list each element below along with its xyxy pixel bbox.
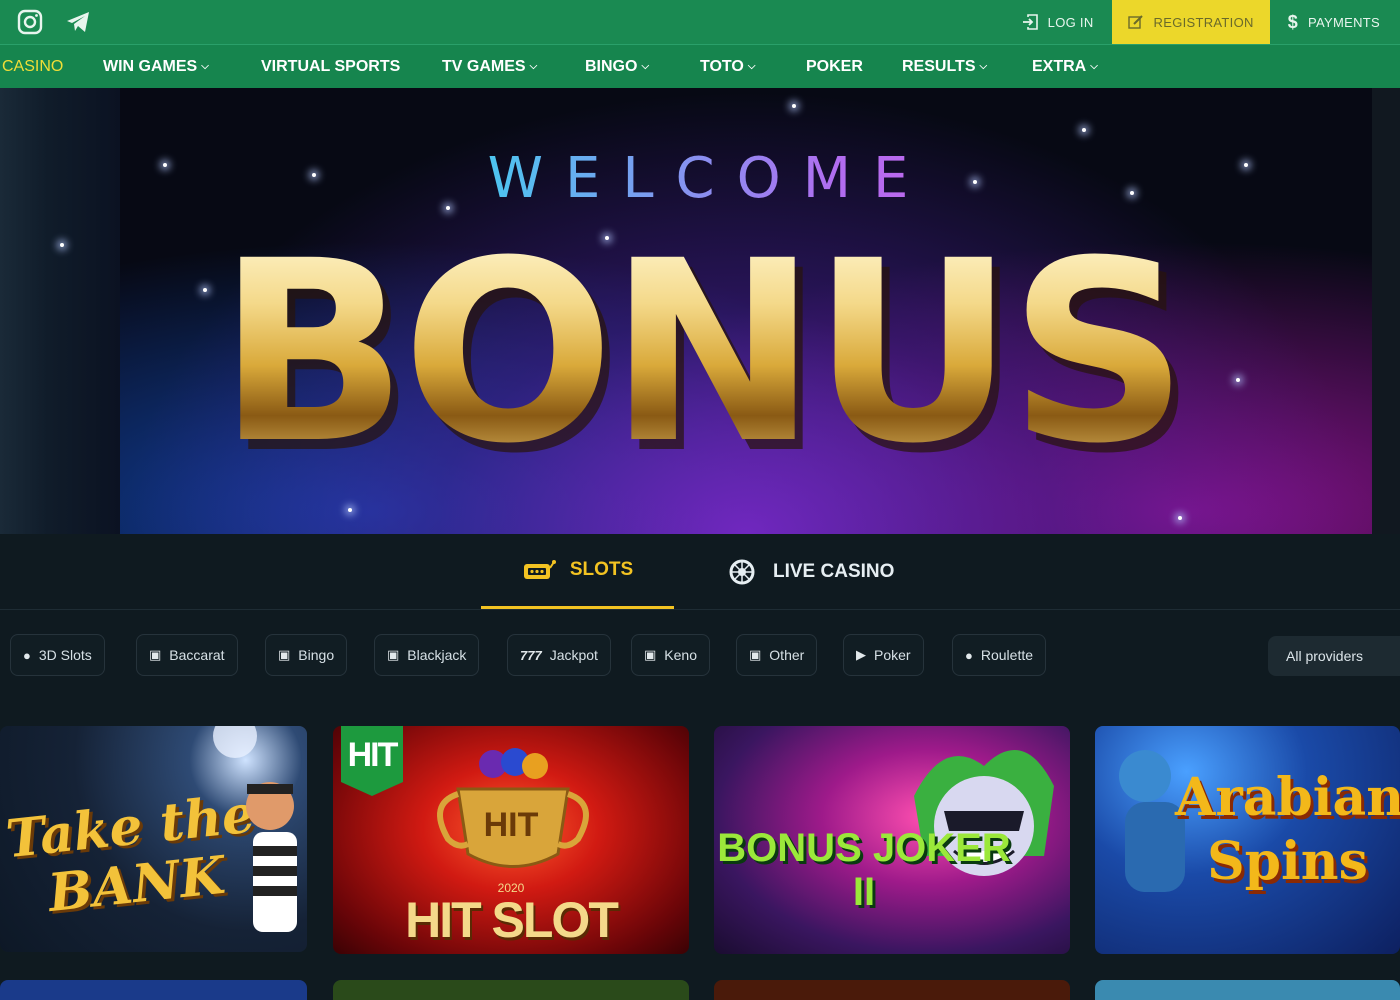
roulette-wheel-icon: [725, 559, 759, 585]
nav-item-poker[interactable]: POKER: [806, 45, 863, 89]
account-actions: LOG IN REGISTRATION $ PAYMENTS: [1004, 0, 1400, 44]
chevron-down-icon: ⌵: [979, 61, 988, 72]
telegram-icon[interactable]: [64, 8, 92, 36]
game-tile-take-the-bank[interactable]: Take the BANK: [0, 726, 307, 952]
welcome-bonus-banner[interactable]: WELCOME BONUS: [0, 88, 1400, 534]
social-links: [16, 8, 92, 36]
nav-label: POKER: [806, 58, 863, 75]
nav-item-toto[interactable]: TOTO ⌵: [700, 45, 755, 89]
registration-label: REGISTRATION: [1153, 14, 1254, 30]
game-tile-hit-slot[interactable]: HIT HIT 2020 HIT SLOT: [333, 726, 689, 954]
chevron-down-icon: ⌵: [747, 61, 756, 72]
nav-label: VIRTUAL SPORTS: [261, 58, 401, 75]
777-icon: 777: [520, 647, 542, 663]
nav-label: BINGO: [585, 58, 638, 75]
filter-label: 3D Slots: [38, 647, 92, 663]
filter-label: Bingo: [298, 647, 335, 663]
main-nav: CASINO WIN GAMES ⌵ VIRTUAL SPORTS TV GAME…: [0, 44, 1400, 88]
nav-item-extra[interactable]: EXTRA ⌵: [1032, 45, 1098, 89]
nav-item-results[interactable]: RESULTS ⌵: [902, 45, 987, 89]
slot-machine-icon: [522, 558, 556, 582]
login-icon: [1022, 14, 1038, 30]
login-button[interactable]: LOG IN: [1004, 0, 1112, 44]
nav-item-tv-games[interactable]: TV GAMES ⌵: [442, 45, 537, 89]
game-title: HIT SLOT: [405, 892, 619, 948]
game-tile-partial[interactable]: [0, 980, 307, 1000]
nav-label: WIN GAMES: [103, 58, 198, 75]
payments-label: PAYMENTS: [1308, 14, 1380, 30]
filter-label: Baccarat: [169, 647, 225, 663]
providers-select[interactable]: All providers: [1268, 636, 1400, 676]
nav-label: TOTO: [700, 58, 744, 75]
tab-slots[interactable]: SLOTS: [481, 534, 674, 609]
top-bar: LOG IN REGISTRATION $ PAYMENTS: [0, 0, 1400, 44]
edit-icon: [1127, 15, 1143, 29]
filter-label: Keno: [664, 647, 697, 663]
filter-label: Blackjack: [407, 647, 467, 663]
slot-icon: ▣: [644, 647, 657, 662]
nav-item-casino[interactable]: CASINO: [2, 45, 63, 89]
sparkle-star: [1082, 128, 1086, 132]
game-category-tabs: SLOTS LIVE CASINO: [0, 534, 1400, 610]
nav-item-virtual-sports[interactable]: VIRTUAL SPORTS: [261, 45, 400, 89]
providers-label: All providers: [1286, 648, 1364, 664]
robber-character: [246, 782, 297, 932]
hit-badge: HIT: [341, 726, 403, 796]
registration-button[interactable]: REGISTRATION: [1111, 0, 1270, 44]
filter-bingo[interactable]: ▣ Bingo: [265, 634, 348, 676]
filter-label: Poker: [874, 647, 911, 663]
filter-label: Jackpot: [549, 647, 598, 663]
slot-icon: ▣: [149, 647, 162, 662]
instagram-icon[interactable]: [16, 8, 44, 36]
sparkle-star: [348, 508, 352, 512]
nav-label: TV GAMES: [442, 58, 526, 75]
game-tile-bonus-joker-ii[interactable]: BONUS JOKER II: [714, 726, 1070, 954]
tab-label: LIVE CASINO: [773, 561, 895, 582]
filter-baccarat[interactable]: ▣ Baccarat: [136, 634, 238, 676]
filter-jackpot[interactable]: 777 Jackpot: [507, 634, 611, 676]
chevron-down-icon: ⌵: [201, 61, 209, 72]
tab-live-casino[interactable]: LIVE CASINO: [725, 534, 894, 610]
game-tile-arabian-spins[interactable]: Arabian Spins: [1095, 726, 1400, 954]
banner-bonus-text: BONUS: [0, 228, 1400, 478]
badge-label: HIT: [347, 736, 399, 774]
nav-item-win-games[interactable]: WIN GAMES ⌵: [103, 45, 209, 89]
login-label: LOG IN: [1047, 14, 1094, 30]
sparkle-star: [1178, 516, 1182, 520]
game-filters: ● 3D Slots ▣ Baccarat ▣ Bingo ▣ Blackjack 77…: [0, 610, 1400, 706]
slot-icon: ▣: [749, 647, 762, 662]
filter-roulette[interactable]: ● Roulette: [952, 634, 1047, 676]
trophy-label: HIT: [483, 806, 539, 844]
slot-icon: ▣: [278, 647, 291, 662]
filter-label: Other: [769, 647, 805, 663]
game-title: Arabian Spins: [1175, 767, 1400, 892]
filter-3d-slots[interactable]: ● 3D Slots: [10, 634, 105, 676]
tab-label: SLOTS: [569, 559, 634, 580]
nav-item-bingo[interactable]: BINGO ⌵: [585, 45, 649, 89]
play-icon: ▶: [856, 647, 866, 662]
filter-blackjack[interactable]: ▣ Blackjack: [374, 634, 480, 676]
game-tile-partial[interactable]: [333, 980, 689, 1000]
moon-graphic: [213, 726, 257, 758]
chevron-down-icon: ⌵: [641, 61, 650, 72]
filter-poker[interactable]: ▶ Poker: [843, 634, 924, 676]
payments-button[interactable]: $ PAYMENTS: [1270, 0, 1400, 44]
filter-other[interactable]: ▣ Other: [736, 634, 818, 676]
filter-label: Roulette: [980, 647, 1034, 663]
slot-icon: ▣: [387, 647, 400, 662]
nav-label: EXTRA: [1032, 58, 1087, 75]
game-tile-partial[interactable]: [714, 980, 1070, 1000]
dot-icon: ●: [23, 647, 31, 663]
chevron-down-icon: ⌵: [529, 61, 538, 72]
nav-label: CASINO: [2, 58, 64, 75]
nav-label: RESULTS: [902, 58, 976, 75]
filter-keno[interactable]: ▣ Keno: [631, 634, 710, 676]
game-tile-partial[interactable]: [1095, 980, 1400, 1000]
sparkle-star: [792, 104, 796, 108]
dot-icon: ●: [965, 647, 973, 663]
chevron-down-icon: ⌵: [1090, 61, 1098, 72]
game-title: BONUS JOKER II: [717, 826, 1011, 914]
banner-welcome-text: WELCOME: [0, 146, 1400, 211]
dollar-icon: $: [1287, 11, 1299, 32]
